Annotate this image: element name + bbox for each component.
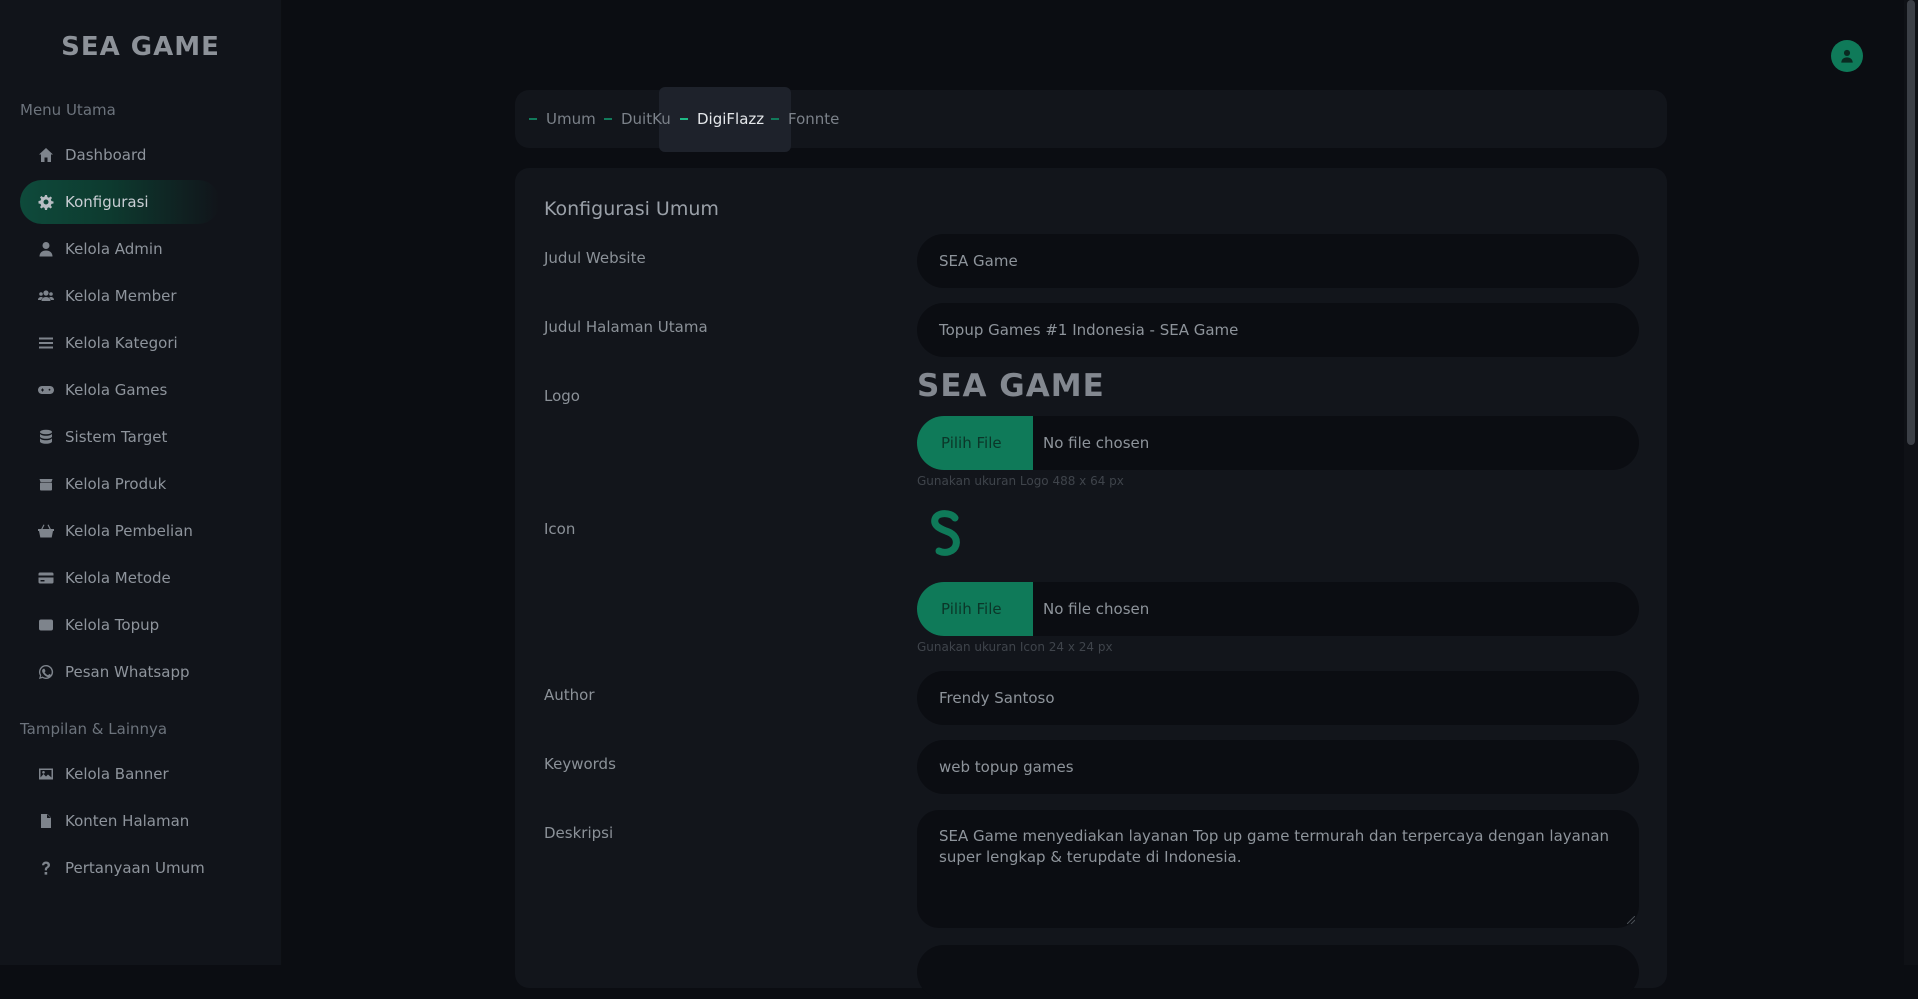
question-icon <box>37 860 55 876</box>
sidebar-item-kelola-games[interactable]: Kelola Games <box>20 368 220 412</box>
keywords-label: Keywords <box>544 755 616 773</box>
icon-choose-file-button[interactable]: Pilih File <box>917 582 1033 636</box>
deskripsi-text: SEA Game menyediakan layanan Top up game… <box>939 827 1610 866</box>
sidebar-item-label: Kelola Produk <box>65 475 167 493</box>
icon-hint: Gunakan ukuran Icon 24 x 24 px <box>917 640 1113 654</box>
icon-file-input[interactable]: Pilih File No file chosen <box>917 582 1639 636</box>
tab-label: Fonnte <box>788 110 840 128</box>
logo-choose-file-button[interactable]: Pilih File <box>917 416 1033 470</box>
tab-umum[interactable]: Umum <box>529 90 596 148</box>
icon-label: Icon <box>544 520 576 538</box>
sidebar-item-label: Kelola Banner <box>65 765 169 783</box>
tab-dash <box>771 118 779 120</box>
sidebar-item-label: Kelola Games <box>65 381 168 399</box>
sidebar-item-kelola-kategori[interactable]: Kelola Kategori <box>20 321 220 365</box>
sidebar-item-kelola-pembelian[interactable]: Kelola Pembelian <box>20 509 220 553</box>
image-icon <box>37 766 55 782</box>
gamepad-icon <box>37 382 55 398</box>
gear-icon <box>37 194 55 210</box>
tab-digiflazz[interactable]: DigiFlazz <box>680 90 764 148</box>
tab-label: DuitKu <box>621 110 671 128</box>
sidebar-item-label: Kelola Pembelian <box>65 522 193 540</box>
logo-hint: Gunakan ukuran Logo 488 x 64 px <box>917 474 1124 488</box>
judul-website-input[interactable]: SEA Game <box>917 234 1639 288</box>
next-field-input[interactable] <box>917 945 1639 999</box>
sidebar-item-kelola-admin[interactable]: Kelola Admin <box>20 227 220 271</box>
tab-dash <box>604 118 612 120</box>
tab-dash <box>529 118 537 120</box>
config-form-card: Konfigurasi Umum Judul Website SEA Game … <box>515 168 1667 999</box>
sidebar-item-label: Pesan Whatsapp <box>65 663 190 681</box>
deskripsi-textarea[interactable]: SEA Game menyediakan layanan Top up game… <box>917 810 1639 928</box>
icon-file-name: No file chosen <box>1043 600 1150 618</box>
sidebar-item-label: Konten Halaman <box>65 812 190 830</box>
sidebar-item-label: Kelola Member <box>65 287 177 305</box>
sidebar-item-dashboard[interactable]: Dashboard <box>20 133 220 177</box>
config-tabs: Umum DuitKu DigiFlazz Fonnte <box>515 87 1667 152</box>
sidebar-item-label: Sistem Target <box>65 428 168 446</box>
user-avatar[interactable] <box>1831 40 1863 72</box>
list-icon <box>37 335 55 351</box>
sidebar-item-konfigurasi[interactable]: Konfigurasi <box>20 180 220 224</box>
card-icon <box>37 570 55 586</box>
logo-preview: SEA GAME <box>917 368 1105 404</box>
sidebar-item-label: Dashboard <box>65 146 147 164</box>
tab-dash <box>680 118 688 120</box>
tab-label: Umum <box>546 110 596 128</box>
judul-website-label: Judul Website <box>544 249 646 267</box>
sidebar-item-label: Konfigurasi <box>65 193 149 211</box>
sidebar-item-label: Kelola Topup <box>65 616 160 634</box>
box-icon <box>37 476 55 492</box>
sidebar-item-kelola-produk[interactable]: Kelola Produk <box>20 462 220 506</box>
users-icon <box>37 288 55 304</box>
file-icon <box>37 813 55 829</box>
sidebar-item-kelola-metode[interactable]: Kelola Metode <box>20 556 220 600</box>
tab-duitku[interactable]: DuitKu <box>604 90 671 148</box>
sidebar-item-label: Kelola Metode <box>65 569 171 587</box>
logo-file-input[interactable]: Pilih File No file chosen <box>917 416 1639 470</box>
keywords-input[interactable]: web topup games <box>917 740 1639 794</box>
logo-label: Logo <box>544 387 580 405</box>
tab-label: DigiFlazz <box>697 110 765 128</box>
scrollbar-thumb[interactable] <box>1907 0 1915 445</box>
resize-handle-icon[interactable] <box>1627 916 1635 924</box>
tab-fonnte[interactable]: Fonnte <box>771 90 839 148</box>
sidebar-item-pertanyaan-umum[interactable]: Pertanyaan Umum <box>20 846 220 890</box>
sidebar-item-label: Pertanyaan Umum <box>65 859 205 877</box>
sidebar: SEA GAME Menu Utama Dashboard Konfiguras… <box>0 0 282 965</box>
sidebar-section-main: Menu Utama <box>20 101 116 119</box>
user-icon <box>1841 49 1853 63</box>
sidebar-item-kelola-member[interactable]: Kelola Member <box>20 274 220 318</box>
database-icon <box>37 429 55 445</box>
author-input[interactable]: Frendy Santoso <box>917 671 1639 725</box>
sidebar-item-label: Kelola Admin <box>65 240 163 258</box>
home-icon <box>37 147 55 163</box>
author-label: Author <box>544 686 595 704</box>
user-icon <box>37 241 55 257</box>
sidebar-item-konten-halaman[interactable]: Konten Halaman <box>20 799 220 843</box>
deskripsi-label: Deskripsi <box>544 824 614 842</box>
sidebar-item-label: Kelola Kategori <box>65 334 178 352</box>
page-title: Konfigurasi Umum <box>544 198 719 220</box>
sidebar-item-kelola-topup[interactable]: Kelola Topup <box>20 603 220 647</box>
sidebar-item-kelola-banner[interactable]: Kelola Banner <box>20 752 220 796</box>
brand-logo[interactable]: SEA GAME <box>0 32 281 62</box>
sidebar-item-sistem-target[interactable]: Sistem Target <box>20 415 220 459</box>
judul-halaman-input[interactable]: Topup Games #1 Indonesia - SEA Game <box>917 303 1639 357</box>
sidebar-section-other: Tampilan & Lainnya <box>20 720 168 738</box>
whatsapp-icon <box>37 664 55 680</box>
logo-file-name: No file chosen <box>1043 434 1150 452</box>
site-icon-preview <box>927 508 963 564</box>
judul-halaman-label: Judul Halaman Utama <box>544 318 708 336</box>
s-logo-icon <box>931 510 960 556</box>
page-scrollbar[interactable] <box>1904 0 1918 965</box>
basket-icon <box>37 523 55 539</box>
sidebar-item-pesan-whatsapp[interactable]: Pesan Whatsapp <box>20 650 220 694</box>
wallet-icon <box>37 617 55 633</box>
